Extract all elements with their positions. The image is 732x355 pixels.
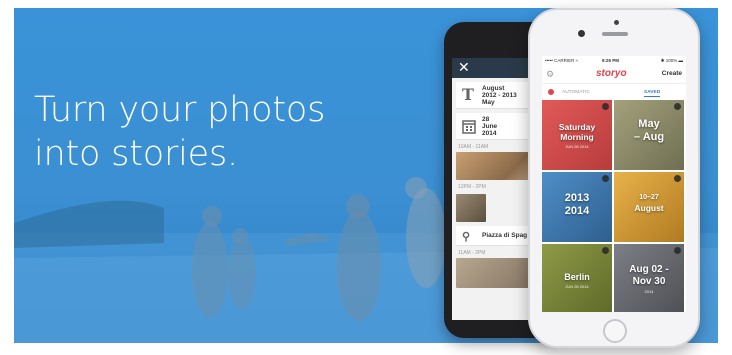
gear-icon[interactable]: ⚙	[546, 69, 554, 80]
story-badge-icon	[602, 175, 609, 182]
text-icon: T	[462, 85, 474, 104]
app-logo: storyo	[596, 68, 627, 79]
story-tile[interactable]: 2013 2014	[542, 172, 612, 242]
tile-subtitle: JUN 28 2014	[565, 144, 589, 149]
calendar-icon	[462, 120, 476, 134]
story-tile[interactable]: Saturday Morning JUN 28 2014	[542, 100, 612, 170]
create-button[interactable]: Create	[662, 70, 682, 77]
tile-title: Saturday	[558, 122, 596, 132]
tile-title: May	[638, 118, 660, 130]
tile-title-2: – Aug	[633, 131, 665, 143]
tile-title-2: Nov 30	[632, 276, 666, 287]
story-badge-icon	[674, 247, 681, 254]
battery-indicator: ✱ 100% ▬	[660, 58, 683, 63]
app-header: ⚙ storyo Create	[542, 66, 686, 84]
tile-title: Berlin	[564, 272, 590, 282]
tab-saved[interactable]: SAVED	[644, 90, 661, 97]
close-icon[interactable]: ✕	[458, 59, 470, 76]
home-button[interactable]	[603, 319, 627, 343]
photo-ruins[interactable]	[456, 194, 486, 222]
tile-subtitle: 2014	[644, 289, 654, 294]
story-badge-icon	[674, 103, 681, 110]
story-badge-icon	[602, 247, 609, 254]
story-tabs: AUTOMATIC SAVED	[542, 84, 686, 100]
tab-automatic[interactable]: AUTOMATIC	[562, 90, 590, 95]
carrier-label: ••••• CARRIER ≈	[545, 58, 579, 63]
tile-title: Aug 02 -	[629, 264, 669, 275]
tile-title-2: 2014	[564, 205, 590, 217]
story-tile[interactable]: Aug 02 - Nov 30 2014	[614, 244, 684, 312]
story-badge-icon	[674, 175, 681, 182]
tile-title-2: August	[634, 203, 664, 213]
headline-line-2: into stories.	[34, 134, 238, 174]
story-tile[interactable]: Berlin JUN 28 2014	[542, 244, 612, 312]
story-badge-icon	[602, 103, 609, 110]
headline-line-1: Turn your photos	[34, 90, 326, 130]
tile-title-2: Morning	[560, 132, 594, 142]
story-tile[interactable]: May – Aug	[614, 100, 684, 170]
front-camera	[614, 20, 619, 25]
location-pin-icon: ⚲	[462, 230, 471, 243]
tile-title: 2013	[564, 192, 590, 204]
clock: 9:25 PM	[602, 58, 620, 63]
front-sensor	[578, 30, 585, 37]
tile-subtitle: JUN 28 2014	[565, 284, 589, 289]
earpiece-speaker	[602, 32, 628, 36]
story-tile[interactable]: 10–27 August	[614, 172, 684, 242]
status-bar: ••••• CARRIER ≈ 9:25 PM ✱ 100% ▬	[542, 56, 686, 66]
iphone-screen: ••••• CARRIER ≈ 9:25 PM ✱ 100% ▬ ⚙ story…	[542, 56, 686, 312]
record-dot-icon	[548, 89, 554, 95]
iphone: ••••• CARRIER ≈ 9:25 PM ✱ 100% ▬ ⚙ story…	[528, 8, 700, 348]
tile-title: 10–27	[639, 194, 659, 201]
headline: Turn your photos into stories.	[34, 88, 325, 176]
